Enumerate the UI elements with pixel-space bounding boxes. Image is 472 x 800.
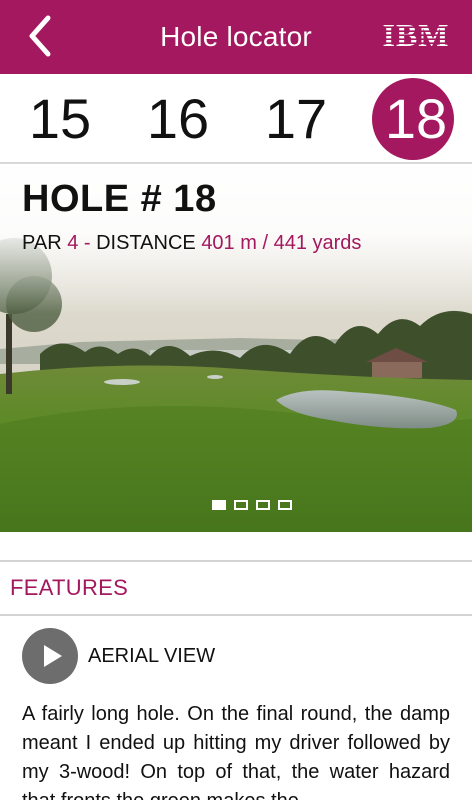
gallery-dot-3[interactable] xyxy=(256,500,270,510)
play-button[interactable] xyxy=(22,628,78,684)
section-spacer xyxy=(0,532,472,560)
aerial-view-label: AERIAL VIEW xyxy=(88,645,216,667)
hole-tab-15[interactable]: 15 xyxy=(10,74,110,164)
aerial-view-button[interactable]: AERIAL VIEW xyxy=(22,628,282,686)
par-label: PAR xyxy=(22,232,62,254)
distance-label: DISTANCE xyxy=(96,232,196,254)
hole-description: A fairly long hole. On the final round, … xyxy=(22,703,450,800)
hole-title: HOLE # 18 xyxy=(22,178,217,220)
hole-photo-gallery[interactable]: HOLE # 18 PAR 4 - DISTANCE 401 m / 441 y… xyxy=(0,164,472,532)
par-value: 4 - xyxy=(67,232,91,254)
hole-tab-17[interactable]: 17 xyxy=(246,74,346,164)
top-app-bar: Hole locator IBM xyxy=(0,0,472,74)
distance-value: 401 m / 441 yards xyxy=(201,232,362,254)
hole-selector: 15 16 17 18 xyxy=(0,74,472,164)
gallery-dot-2[interactable] xyxy=(234,500,248,510)
gallery-dot-1[interactable] xyxy=(212,500,226,510)
gallery-page-indicator xyxy=(212,500,292,512)
features-section-header: FEATURES xyxy=(0,560,472,616)
hole-tab-16[interactable]: 16 xyxy=(128,74,228,164)
hole-tab-18-selected[interactable]: 18 xyxy=(366,74,466,164)
ibm-logo: IBM xyxy=(378,20,454,50)
hole-meta: PAR 4 - DISTANCE 401 m / 441 yards xyxy=(22,232,361,255)
play-icon xyxy=(44,645,62,667)
gallery-dot-4[interactable] xyxy=(278,500,292,510)
features-label: FEATURES xyxy=(10,575,129,600)
